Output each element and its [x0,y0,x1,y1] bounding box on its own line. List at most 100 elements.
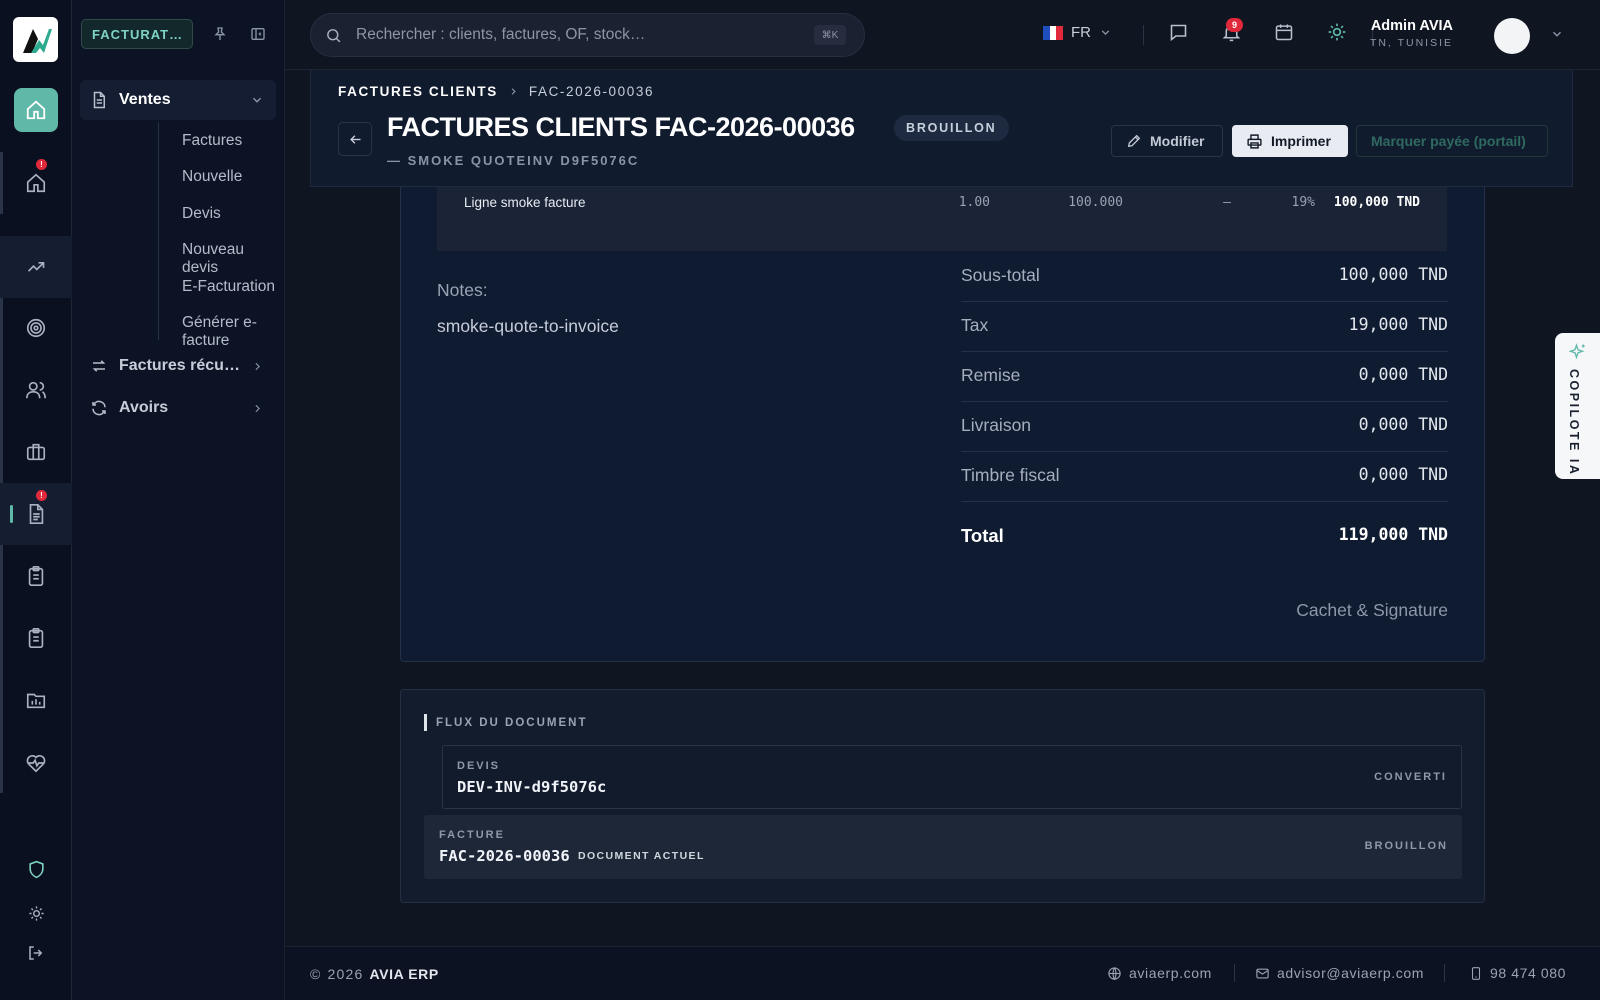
chevron-down-icon [250,93,264,107]
clipboard-icon [28,566,44,586]
refresh-icon [90,399,108,417]
copilot-label: COPILOTE IA [1567,369,1581,477]
rail-logout-button[interactable] [14,931,58,975]
module-badge[interactable]: FACTURAT… [81,19,193,49]
footer-phone-link[interactable]: 98 474 080 [1469,965,1566,981]
back-button[interactable] [338,122,372,156]
print-button[interactable]: Imprimer [1232,125,1348,157]
flow-item-devis[interactable]: DEVIS DEV-INV-d9f5076c CONVERTI [442,745,1462,809]
totals-row-livraison: Livraison 0,000 TND [961,402,1448,452]
signature-label: Cachet & Signature [1296,600,1448,620]
totals-value: 0,000 TND [1358,465,1448,484]
search-shortcut: ⌘K [814,25,846,45]
rail-users-button[interactable] [14,368,58,412]
sidebar-collapse-icon [251,28,265,40]
email-text: advisor@aviaerp.com [1277,965,1424,981]
totals-value: 100,000 TND [1338,265,1448,284]
breadcrumb: FACTURES CLIENTS FAC-2026-00036 [338,84,654,99]
page-title: FACTURES CLIENTS FAC-2026-00036 [387,112,855,142]
grand-total-label: Total [961,525,1004,546]
rail-home-button[interactable] [14,88,58,132]
notes-label: Notes: [437,280,488,300]
user-name[interactable]: Admin AVIA [1323,18,1453,34]
sidebar-item-factures[interactable]: Factures [182,132,242,150]
app-logo[interactable] [13,17,58,62]
sparkle-icon [1569,343,1587,361]
nav-group-factures-recues[interactable]: Factures récu… [80,346,276,386]
phone-icon [1471,966,1481,980]
sidebar-item-devis[interactable]: Devis [182,205,221,223]
footer-divider [1444,964,1445,982]
sidebar-item-generer-e-facture[interactable]: Générer e-facture [182,314,284,350]
rail-health-button[interactable] [14,741,58,785]
page-header: FACTURES CLIENTS FAC-2026-00036 FACTURES… [310,70,1573,187]
edit-button[interactable]: Modifier [1111,125,1223,157]
notification-count-badge: 9 [1226,18,1243,32]
topbar-divider [1143,25,1144,45]
sidebar-item-nouvelle[interactable]: Nouvelle [182,168,242,186]
rail-security-button[interactable] [14,847,58,891]
chevron-right-icon [508,86,519,97]
totals-row-tax: Tax 19,000 TND [961,302,1448,352]
calendar-button[interactable] [1274,22,1294,42]
copyright-year: 2026 [327,966,364,982]
pencil-icon [1127,134,1141,148]
rail-theme-button[interactable] [14,891,58,935]
flow-item-type: FACTURE [439,829,505,841]
rail-clipboard-2-button[interactable] [14,616,58,660]
nav-group-avoirs[interactable]: Avoirs [80,388,276,428]
logo-mark [22,28,52,53]
home-icon [26,100,46,120]
phone-text: 98 474 080 [1490,965,1567,981]
totals-label: Timbre fiscal [961,465,1060,485]
mark-paid-button[interactable]: Marquer payée (portail) [1356,125,1548,157]
printer-icon [1247,133,1262,149]
sidebar-item-e-facturation[interactable]: E-Facturation [182,278,275,296]
totals-label: Livraison [961,415,1032,435]
search-input[interactable]: Rechercher : clients, factures, OF, stoc… [310,13,865,57]
sidebar-item-nouveau-devis[interactable]: Nouveau devis [182,241,284,277]
totals-row-total: Total 119,000 TND [961,512,1448,562]
copilot-tab[interactable]: COPILOTE IA [1555,333,1600,479]
flow-item-type: DEVIS [457,760,501,772]
avatar[interactable] [1494,18,1530,54]
rail-sales-button[interactable] [14,245,58,289]
breadcrumb-root[interactable]: FACTURES CLIENTS [338,84,498,99]
flow-item-status: BROUILLON [1364,840,1448,852]
search-placeholder: Rechercher : clients, factures, OF, stoc… [356,26,646,43]
message-icon [1170,24,1187,42]
trending-up-icon [27,262,45,272]
document-flow-card: FLUX DU DOCUMENT DEVIS DEV-INV-d9f5076c … [400,689,1485,903]
flow-item-facture[interactable]: FACTURE FAC-2026-00036 DOCUMENT ACTUEL B… [424,815,1462,879]
nav-group-label: Avoirs [119,399,169,416]
totals-label: Remise [961,365,1021,385]
line-tax-rate: 19% [1291,195,1315,210]
folder-chart-icon [26,693,46,709]
totals-row-subtotal: Sous-total 100,000 TND [961,252,1448,302]
totals-row-timbre: Timbre fiscal 0,000 TND [961,452,1448,502]
totals-row-remise: Remise 0,000 TND [961,352,1448,402]
rail-targets-button[interactable] [14,306,58,350]
nav-group-ventes[interactable]: Ventes [80,80,276,120]
document-flow-title: FLUX DU DOCUMENT [424,714,587,731]
line-discount: — [1223,195,1231,210]
collapse-sidebar-button[interactable] [250,26,266,42]
pin-button[interactable] [212,26,228,42]
shield-icon [28,860,44,878]
icon-rail: ! ! [0,0,72,1000]
footer-website-link[interactable]: aviaerp.com [1107,965,1212,981]
language-select[interactable]: FR [1043,24,1112,41]
line-total: 100,000 TND [1333,195,1420,210]
user-menu-chevron[interactable] [1550,27,1564,41]
nav-group-label: Factures récu… [119,357,240,374]
rail-clipboard-button[interactable] [14,554,58,598]
rail-briefcase-button[interactable] [14,430,58,474]
rail-reports-button[interactable] [14,678,58,722]
messages-button[interactable] [1168,22,1189,43]
sun-icon [28,905,44,921]
mail-icon [1256,968,1269,978]
chevron-down-icon [1099,26,1112,39]
totals-value: 0,000 TND [1358,415,1448,434]
footer-email-link[interactable]: advisor@aviaerp.com [1255,965,1424,981]
footer-divider [1234,964,1235,982]
